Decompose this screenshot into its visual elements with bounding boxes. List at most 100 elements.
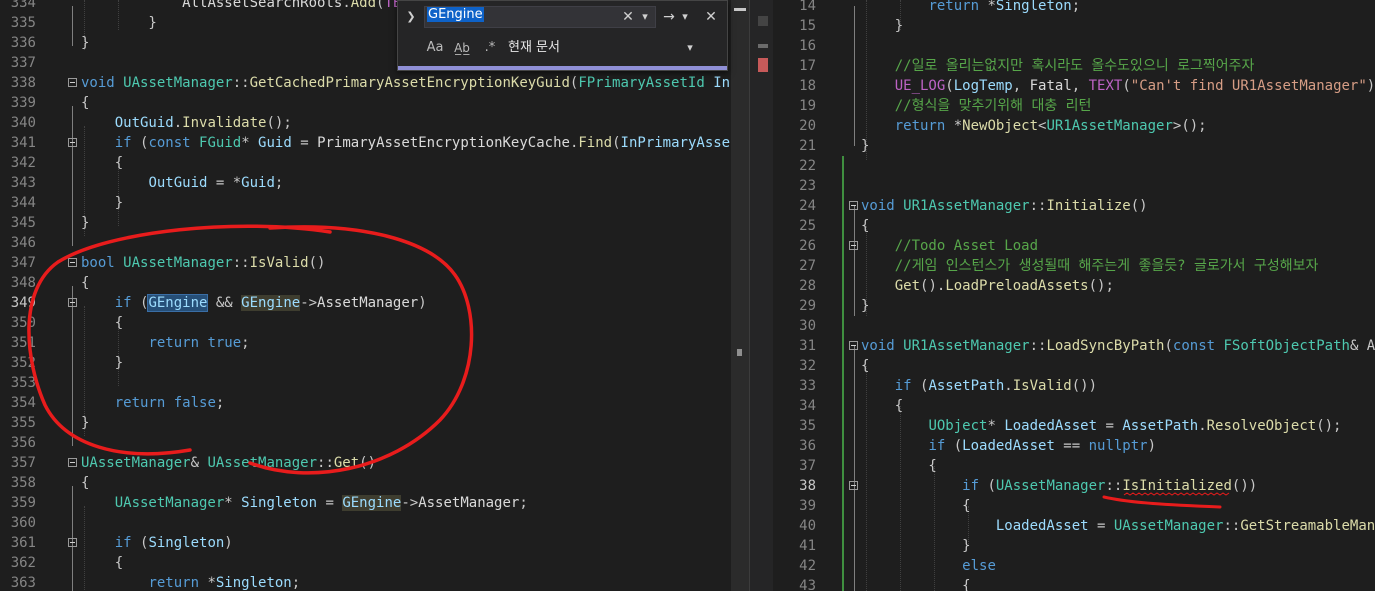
code-line[interactable]: 14 return *Singleton; [773,0,1375,16]
code-token: Singleton [215,575,292,591]
code-line[interactable]: 34 { [773,396,1375,416]
code-line[interactable]: 342 { [0,153,731,173]
chevron-down-icon[interactable]: ❯ [402,7,420,27]
code-line[interactable]: 344 } [0,193,731,213]
code-token: () [359,455,377,471]
code-line[interactable]: 343 OutGuid = *Guid; [0,173,731,193]
code-line[interactable]: 16 [773,36,1375,56]
code-line[interactable]: 40 LoadedAsset = UAssetManager::GetStrea… [773,516,1375,536]
code-line[interactable]: 36 if (LoadedAsset == nullptr) [773,436,1375,456]
right-editor[interactable]: 14 return *Singleton; 15 } 16 17 //일로 올리는없지… [773,0,1375,591]
code-line[interactable]: 26 //Todo Asset Load [773,236,1375,256]
code-line[interactable]: 359 UAssetManager* Singleton = GEngine->… [0,493,731,513]
code-line[interactable]: 361 if (Singleton) [0,533,731,553]
clear-icon[interactable]: ✕ [620,7,636,27]
code-line[interactable]: 24 void UR1AssetManager::Initialize() [773,196,1375,216]
code-line[interactable]: 338 void UAssetManager::GetCachedPrimaryA… [0,73,731,93]
scope-dropdown-icon[interactable]: ▾ [683,38,697,58]
collapse-icon[interactable] [68,138,77,147]
code-line[interactable]: 30 [773,316,1375,336]
code-line[interactable]: 27 //게임 인스턴스가 생성될때 해주는게 좋을듯? 글로가서 구성해보자 [773,256,1375,276]
match-case-icon[interactable]: Aa [424,38,446,58]
regex-icon[interactable]: .* [480,38,500,58]
scope-label[interactable]: 현재 문서 [508,38,560,58]
code-line[interactable]: 354 return false; [0,393,731,413]
code-line[interactable]: 25 { [773,216,1375,236]
collapse-icon[interactable] [68,258,77,267]
collapse-icon[interactable] [68,78,77,87]
whole-word-icon[interactable]: A̲b̲ [451,38,473,58]
code-line[interactable]: 353 [0,373,731,393]
code-line[interactable]: 357 UAssetManager& UAssetManager::Get() [0,453,731,473]
code-line[interactable]: 362 { [0,553,731,573]
code-line[interactable]: 17 //일로 올리는없지만 혹시라도 올수도있으니 로그찍어주자 [773,56,1375,76]
code-token: & A [1349,338,1375,354]
collapse-icon[interactable] [849,341,858,350]
code-line[interactable]: 345} [0,213,731,233]
code-token: = [1088,518,1114,534]
code-line[interactable]: 351 return true; [0,333,731,353]
code-line[interactable]: 339 { [0,93,731,113]
code-line[interactable]: 341 if (const FGuid* Guid = PrimaryAsset… [0,133,731,153]
code-token: . [173,115,183,131]
code-text: { [81,153,123,173]
code-line[interactable]: 346 [0,233,731,253]
code-line[interactable]: 363 return *Singleton; [0,573,731,591]
code-line[interactable]: 358 { [0,473,731,493]
code-line[interactable]: 23 [773,176,1375,196]
left-editor[interactable]: 334 AllAssetSearchRoots.Add(TEXT("335 }3… [0,0,731,591]
code-token: UR1AssetManager [903,198,1030,214]
code-line[interactable]: 33 if (AssetPath.IsValid()) [773,376,1375,396]
code-line[interactable]: 37 { [773,456,1375,476]
history-dropdown-icon[interactable]: ▾ [638,7,652,27]
code-line[interactable]: 340 OutGuid.Invalidate(); [0,113,731,133]
code-line[interactable]: 348 { [0,273,731,293]
line-number: 359 [10,495,36,511]
code-line[interactable]: 350 { [0,313,731,333]
collapse-icon[interactable] [849,241,858,250]
code-token: return [928,0,980,14]
code-token: Guid [258,135,292,151]
code-token: return [894,118,946,134]
code-line[interactable]: 32 { [773,356,1375,376]
collapse-icon[interactable] [849,481,858,490]
code-line[interactable]: 15 } [773,16,1375,36]
code-line[interactable]: 29} [773,296,1375,316]
close-icon[interactable]: ✕ [702,7,720,27]
code-line[interactable]: 18 UE_LOG(LogTemp, Fatal, TEXT("Can't fi… [773,76,1375,96]
code-line[interactable]: 39 { [773,496,1375,516]
code-line[interactable]: 349 if (GEngine && GEngine->AssetManager… [0,293,731,313]
code-line[interactable]: 38 if (UAssetManager::IsInitialized()) [773,476,1375,496]
code-token: } [861,298,870,314]
code-line[interactable]: 355} [0,413,731,433]
collapse-icon[interactable] [68,458,77,467]
code-line[interactable]: 28 Get().LoadPreloadAssets(); [773,276,1375,296]
code-line[interactable]: 356 [0,433,731,453]
left-scrollbar[interactable] [731,0,749,591]
code-line[interactable]: 360 [0,513,731,533]
collapse-icon[interactable] [849,201,858,210]
code-line[interactable]: 22 [773,156,1375,176]
line-number: 353 [10,375,36,391]
code-line[interactable]: 35 UObject* LoadedAsset = AssetPath.Reso… [773,416,1375,436]
code-line[interactable]: 21} [773,136,1375,156]
code-line[interactable]: 43 { [773,576,1375,591]
code-text: { [861,396,903,416]
code-line[interactable]: 41 } [773,536,1375,556]
splitter-scrollbar[interactable] [749,0,774,591]
collapse-icon[interactable] [68,298,77,307]
find-next-icon[interactable]: → [660,7,678,27]
collapse-icon[interactable] [68,538,77,547]
code-line[interactable]: 19 //형식을 맞추기위해 대충 리턴 [773,96,1375,116]
code-token: NewObject [962,118,1039,134]
code-token: FPrimaryAssetId [578,75,705,91]
code-line[interactable]: 42 else [773,556,1375,576]
code-line[interactable]: 352 } [0,353,731,373]
code-line[interactable]: 31 void UR1AssetManager::LoadSyncByPath(c… [773,336,1375,356]
code-line[interactable]: 20 return *NewObject<UR1AssetManager>(); [773,116,1375,136]
code-line[interactable]: 347 bool UAssetManager::IsValid() [0,253,731,273]
find-dropdown-icon[interactable]: ▾ [679,7,691,27]
